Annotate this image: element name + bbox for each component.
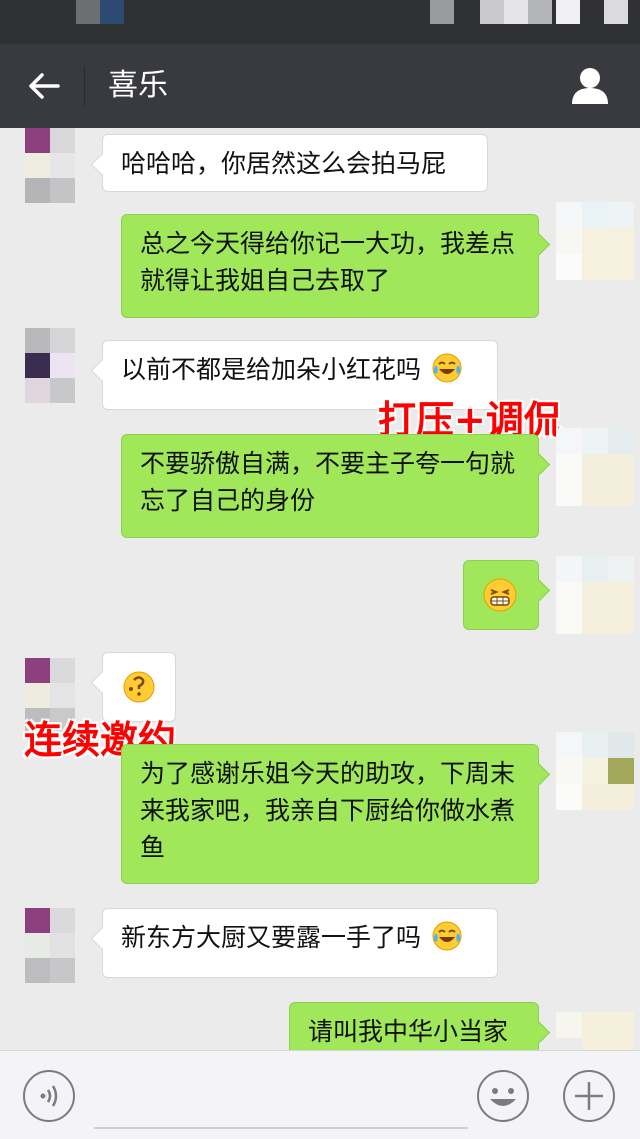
my-avatar[interactable] (556, 428, 634, 506)
my-avatar[interactable] (556, 732, 634, 810)
message-text: 以前不都是给加朵小红花吗 (121, 355, 422, 384)
more-button[interactable] (562, 1069, 616, 1123)
message-bubble-outgoing[interactable]: 请叫我中华小当家 (289, 1002, 539, 1050)
message-text: 请叫我中华小当家 (308, 1017, 509, 1046)
status-pixel (76, 0, 100, 24)
plus-icon (563, 1070, 615, 1122)
status-pixel (430, 0, 454, 24)
chat-info-button[interactable] (568, 66, 612, 106)
nav-divider (84, 66, 85, 108)
contact-avatar[interactable] (25, 128, 75, 178)
my-avatar[interactable] (556, 202, 634, 280)
chat-title: 喜乐 (108, 68, 168, 103)
message-input[interactable] (94, 1067, 468, 1129)
message-bubble-outgoing[interactable] (463, 560, 539, 630)
message-bubble-incoming[interactable]: 哈哈哈，你居然这么会拍马屁 (102, 134, 488, 192)
message-text: 为了感谢乐姐今天的助攻，下周末来我家吧，我亲自下厨给你做水煮鱼 (140, 759, 516, 862)
status-pixel (556, 0, 580, 24)
contact-avatar[interactable] (25, 328, 75, 404)
input-bar (0, 1050, 640, 1139)
my-avatar[interactable] (556, 556, 634, 634)
tears-of-joy-emoji (432, 921, 462, 951)
my-avatar[interactable] (556, 1012, 634, 1050)
status-bar (0, 0, 640, 44)
message-text: 哈哈哈，你居然这么会拍马屁 (121, 149, 447, 178)
message-text: 新东方大厨又要露一手了吗 (121, 923, 422, 952)
chat-area[interactable]: 哈哈哈，你居然这么会拍马屁 总之今天得给你记一大功，我差点就得让我姐自己去取了 … (0, 128, 640, 1050)
message-bubble-outgoing[interactable]: 总之今天得给你记一大功，我差点就得让我姐自己去取了 (121, 214, 539, 318)
message-bubble-outgoing[interactable]: 不要骄傲自满，不要主子夸一句就忘了自己的身份 (121, 434, 539, 538)
message-bubble-outgoing[interactable]: 为了感谢乐姐今天的助攻，下周末来我家吧，我亲自下厨给你做水煮鱼 (121, 744, 539, 884)
arrow-left-icon (29, 73, 60, 99)
emoji-button[interactable] (476, 1069, 530, 1123)
message-text: 总之今天得给你记一大功，我差点就得让我姐自己去取了 (140, 229, 516, 295)
thinking-emoji (123, 671, 155, 703)
status-pixel (604, 0, 628, 24)
status-pixel (528, 0, 552, 24)
message-bubble-incoming[interactable] (102, 652, 176, 722)
voice-icon (23, 1070, 75, 1122)
message-bubble-incoming[interactable]: 新东方大厨又要露一手了吗 (102, 908, 498, 978)
contact-avatar[interactable] (25, 908, 75, 984)
message-text: 不要骄傲自满，不要主子夸一句就忘了自己的身份 (140, 449, 516, 515)
nav-bar: 喜乐 (0, 44, 640, 128)
contact-avatar-fragment (25, 178, 75, 203)
status-pixel (504, 0, 528, 24)
grin-emoji (483, 578, 517, 612)
person-icon (572, 68, 608, 104)
status-pixel (480, 0, 504, 24)
voice-button[interactable] (22, 1069, 76, 1123)
smiley-icon (477, 1070, 529, 1122)
back-button[interactable] (24, 66, 64, 106)
status-pixel (100, 0, 124, 24)
tears-of-joy-emoji (432, 353, 462, 383)
